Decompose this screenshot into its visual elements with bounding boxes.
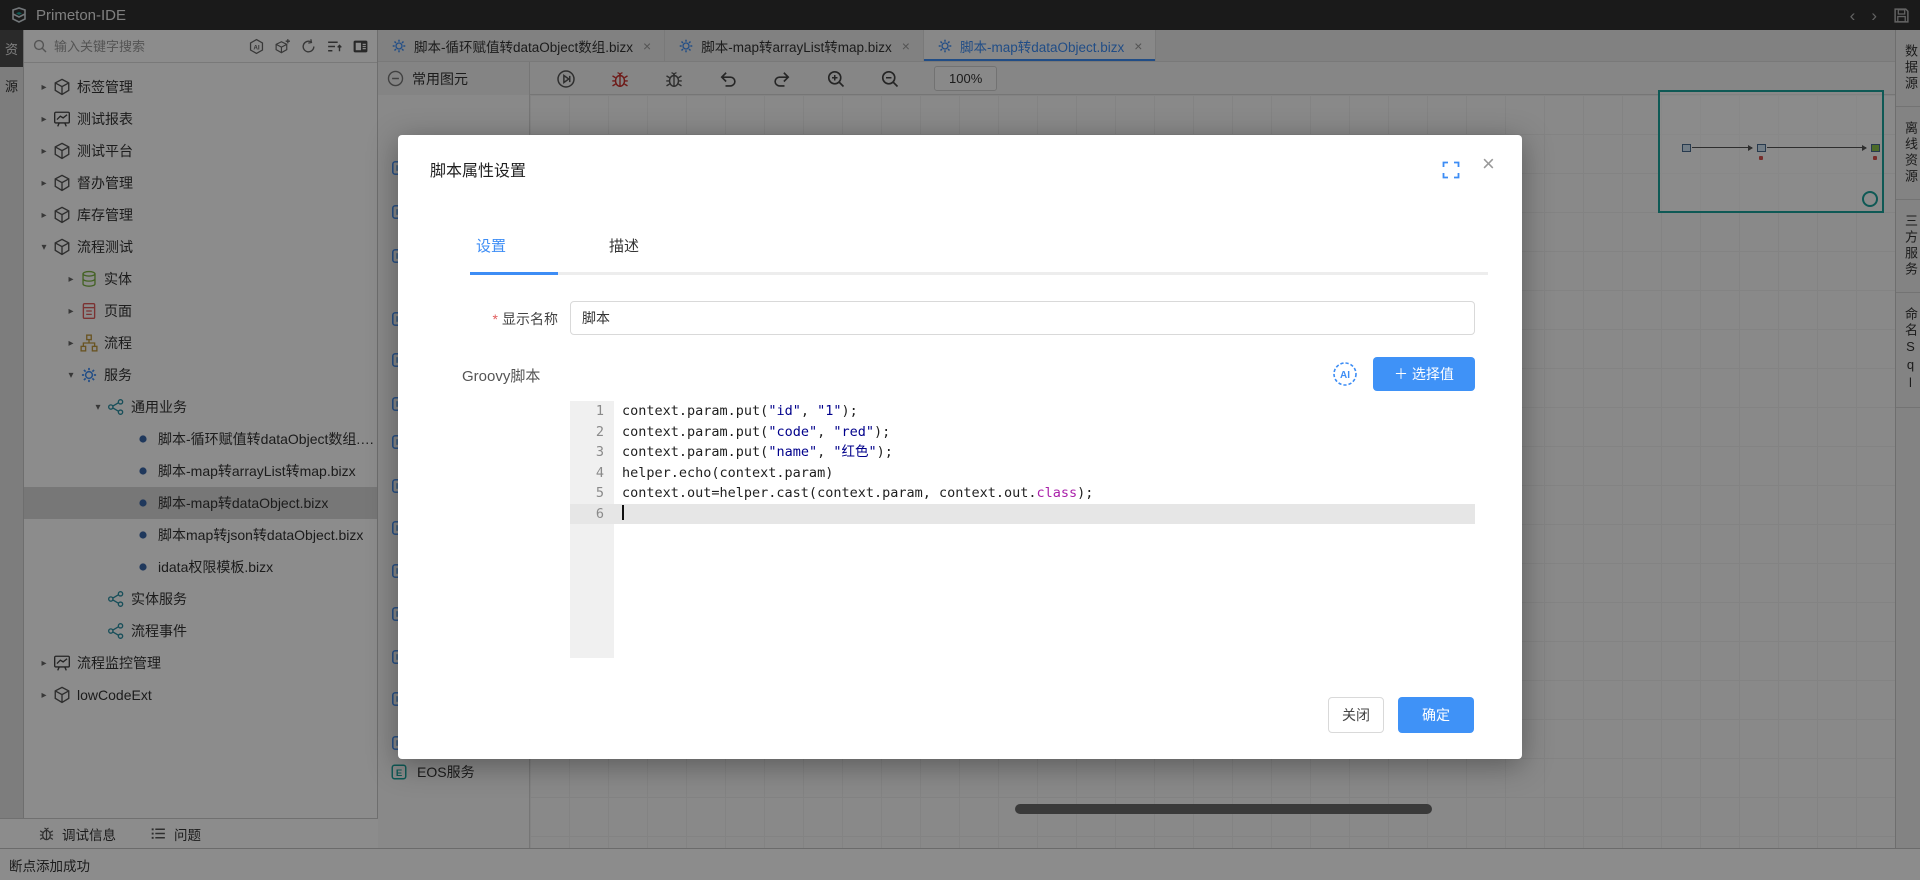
code-text: context.param.put("code", "red"); bbox=[614, 422, 890, 443]
close-icon[interactable]: × bbox=[1482, 153, 1495, 175]
select-value-button[interactable]: ＋ 选择值 bbox=[1373, 357, 1475, 391]
code-text: context.param.put("name", "红色"); bbox=[614, 442, 893, 463]
code-text: context.param.put("id", "1"); bbox=[614, 401, 858, 422]
display-name-input[interactable] bbox=[570, 301, 1475, 335]
line-number: 3 bbox=[570, 442, 614, 463]
code-line[interactable]: 2context.param.put("code", "red"); bbox=[570, 422, 1475, 443]
code-line[interactable]: 3context.param.put("name", "红色"); bbox=[570, 442, 1475, 463]
tab-active-indicator bbox=[470, 272, 558, 275]
code-line[interactable]: 1context.param.put("id", "1"); bbox=[570, 401, 1475, 422]
ai-assistant-icon[interactable]: AI bbox=[1332, 361, 1358, 387]
tab-rail bbox=[473, 272, 1488, 275]
dialog-close-button[interactable]: 关闭 bbox=[1328, 697, 1384, 733]
line-number: 4 bbox=[570, 463, 614, 484]
code-text: helper.echo(context.param) bbox=[614, 463, 833, 484]
line-number: 2 bbox=[570, 422, 614, 443]
code-text: context.out=helper.cast(context.param, c… bbox=[614, 483, 1093, 504]
code-line[interactable]: 6 bbox=[570, 504, 1475, 525]
line-number: 1 bbox=[570, 401, 614, 422]
dialog-title: 脚本属性设置 bbox=[430, 157, 526, 181]
dialog-ok-button[interactable]: 确定 bbox=[1398, 697, 1474, 733]
svg-text:AI: AI bbox=[1340, 370, 1350, 381]
code-line[interactable]: 4helper.echo(context.param) bbox=[570, 463, 1475, 484]
text-cursor bbox=[622, 505, 624, 520]
code-text bbox=[614, 504, 624, 525]
display-name-label: *显示名称 bbox=[438, 309, 558, 329]
groovy-code-editor[interactable]: 1context.param.put("id", "1");2context.p… bbox=[570, 401, 1475, 658]
groovy-script-label: Groovy脚本 bbox=[462, 365, 540, 386]
code-line[interactable]: 5context.out=helper.cast(context.param, … bbox=[570, 483, 1475, 504]
line-number: 5 bbox=[570, 483, 614, 504]
app-window: Primeton-IDE ‹ › 资 源 AI ▸标签管理▸测试报表▸测试平台▸… bbox=[0, 0, 1920, 880]
dialog-tab-description[interactable]: 描述 bbox=[606, 235, 642, 256]
dialog-tab-settings[interactable]: 设置 bbox=[473, 235, 509, 256]
script-properties-dialog: 脚本属性设置 × 设置描述 *显示名称 Groovy脚本 AI ＋ 选择值 1c… bbox=[398, 135, 1522, 759]
dialog-tabs: 设置 描述 bbox=[473, 235, 739, 256]
required-asterisk: * bbox=[493, 311, 498, 327]
fullscreen-icon[interactable] bbox=[1442, 161, 1460, 179]
line-number: 6 bbox=[570, 504, 614, 525]
